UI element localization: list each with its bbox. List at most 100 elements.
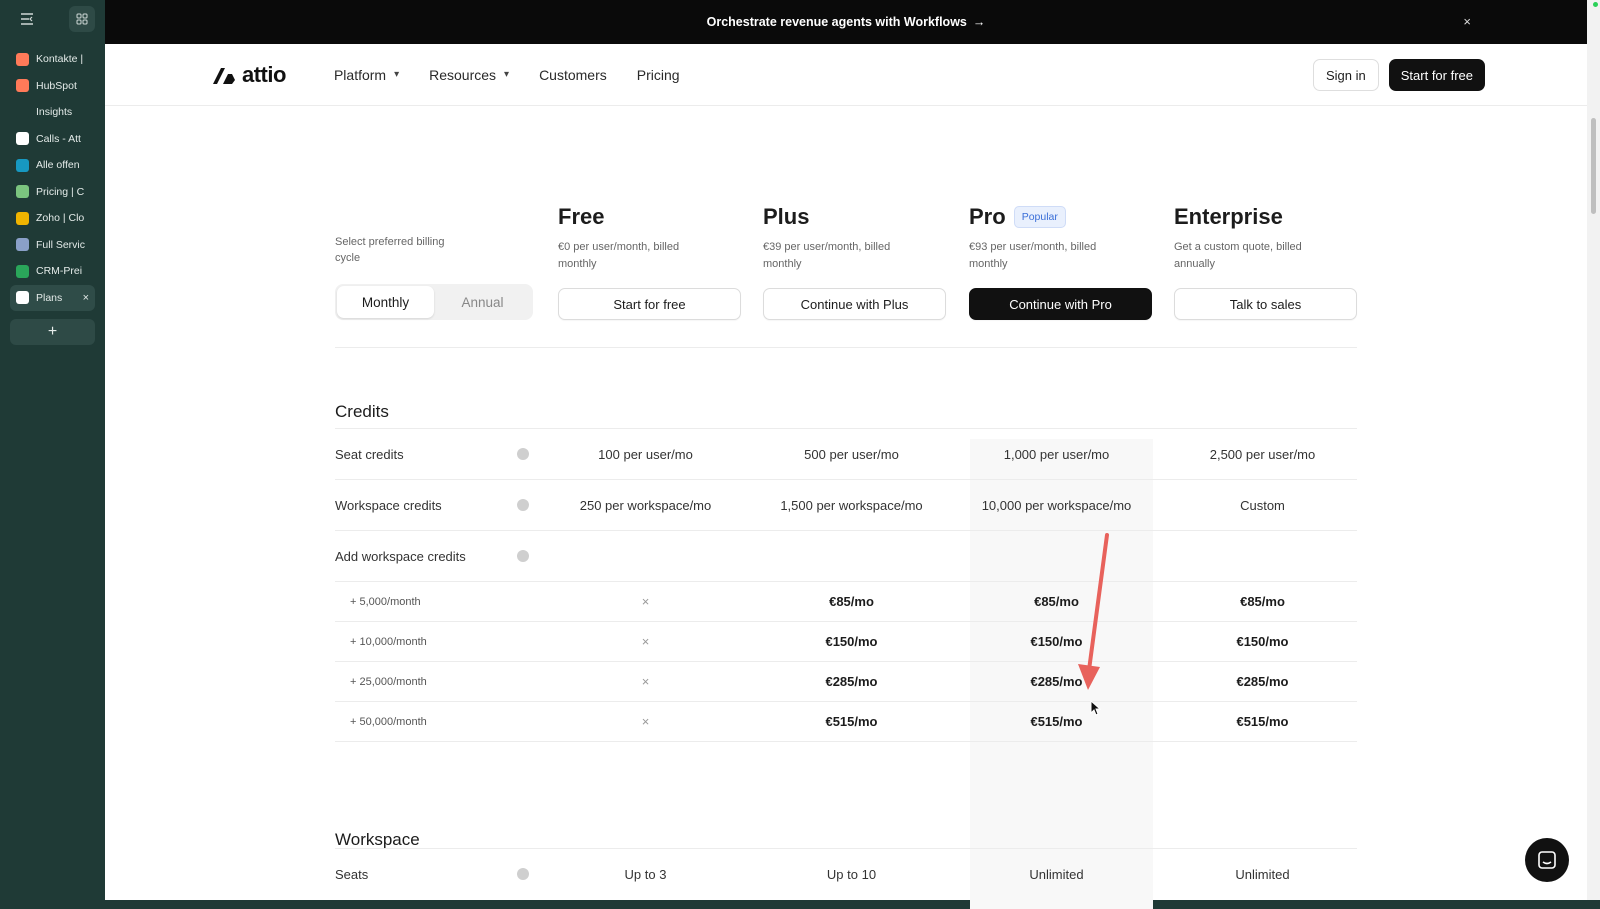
continue-with-plus-button[interactable]: Continue with Plus [763, 288, 946, 320]
table-row: Workspace credits 250 per workspace/mo 1,5… [335, 479, 1357, 530]
nav-actions: Sign in Start for free [1313, 59, 1485, 91]
not-available-icon: × [641, 594, 650, 609]
continue-with-pro-button[interactable]: Continue with Pro [969, 288, 1152, 320]
announcement-banner[interactable]: Orchestrate revenue agents with Workflow… [105, 0, 1587, 44]
hubspot-sprocket-icon [16, 52, 29, 66]
browser-tab-label: CRM-Prei [36, 265, 83, 278]
divider [335, 347, 1357, 348]
plan-name: Enterprise [1174, 204, 1357, 230]
nav-pricing[interactable]: Pricing [637, 67, 680, 83]
tab-overview-grid-icon[interactable] [69, 6, 95, 32]
attio-icon [16, 132, 29, 146]
talk-to-sales-button[interactable]: Talk to sales [1174, 288, 1357, 320]
table-cell: €85/mo [1240, 594, 1285, 609]
table-cell: 10,000 per workspace/mo [981, 497, 1132, 513]
info-icon[interactable] [517, 550, 529, 562]
table-cell: €515/mo [1030, 714, 1083, 729]
row-label: Add workspace credits [335, 548, 466, 564]
banner-text[interactable]: Orchestrate revenue agents with Workflow… [707, 15, 967, 29]
table-cell: Unlimited [1029, 866, 1084, 882]
start-for-free-nav-button[interactable]: Start for free [1388, 59, 1485, 91]
row-label: + 25,000/month [350, 675, 427, 688]
not-available-icon: × [641, 714, 650, 729]
browser-tab-label: Kontakte | [36, 53, 84, 66]
browser-tab[interactable]: HubSpot [10, 73, 95, 100]
plan-plus-price: €39 per user/month, billed monthly [763, 241, 891, 270]
browser-tab[interactable]: Plans × [10, 284, 95, 311]
table-cell: 1,500 per workspace/mo [780, 497, 923, 513]
info-icon[interactable] [517, 448, 529, 460]
table-cell: 250 per workspace/mo [579, 497, 712, 513]
browser-tab[interactable]: Insights [10, 99, 95, 126]
plan-free-price: €0 per user/month, billed monthly [558, 241, 680, 270]
nav-pricing-label: Pricing [636, 66, 680, 83]
plan-enterprise-price: Get a custom quote, billed annually [1174, 241, 1302, 270]
table-cell: 1,000 per user/mo [1003, 446, 1110, 462]
browser-tab[interactable]: Zoho | Clo [10, 205, 95, 232]
info-icon[interactable] [517, 499, 529, 511]
close-icon[interactable]: × [1463, 14, 1471, 29]
not-available-icon: × [641, 674, 650, 689]
nav-platform-label: Platform [333, 66, 387, 83]
pricing-table: Select preferred billing cycle Monthly A… [335, 106, 1357, 909]
row-label: Workspace credits [335, 497, 442, 513]
new-tab-button[interactable]: + [10, 319, 95, 345]
attio-logo[interactable]: attio [211, 62, 286, 88]
row-label: Seat credits [335, 446, 404, 462]
browser-tab[interactable]: Calls - Att [10, 126, 95, 153]
plan-plus: Plus €39 per user/month, billed monthly … [763, 204, 946, 320]
browser-tab-label: Calls - Att [36, 132, 81, 145]
plan-pro-name: Pro [969, 204, 1006, 229]
billing-monthly-option[interactable]: Monthly [337, 286, 434, 318]
annotation-arrow [1078, 533, 1109, 690]
plan-name: Pro Popular [969, 204, 1152, 230]
browser-tab[interactable]: Full Servic [10, 232, 95, 259]
browser-tab[interactable]: Kontakte | [10, 46, 95, 73]
info-icon[interactable] [517, 868, 529, 880]
row-label: + 5,000/month [350, 595, 421, 608]
browser-tab-label: Pricing | C [36, 185, 85, 198]
scrollbar-thumb[interactable] [1591, 118, 1596, 214]
status-dot-icon [1593, 2, 1598, 7]
plan-free: Free €0 per user/month, billed monthly S… [558, 204, 741, 320]
credits-section-title: Credits [335, 402, 389, 421]
browser-tab-label: HubSpot [36, 79, 77, 92]
plan-name: Free [558, 204, 741, 230]
billing-cycle-toggle[interactable]: Monthly Annual [335, 284, 533, 320]
plan-enterprise: Enterprise Get a custom quote, billed an… [1174, 204, 1357, 320]
browser-tab[interactable]: CRM-Prei [10, 258, 95, 285]
nav-platform[interactable]: Platform ▾ [334, 67, 399, 83]
bars-icon [16, 238, 29, 252]
top-navigation: attio Platform ▾ Resources ▾ Customers P… [105, 44, 1587, 106]
billing-cycle-label: Select preferred billing cycle [335, 236, 445, 264]
table-cell: €85/mo [829, 594, 874, 609]
plus-icon: + [47, 323, 58, 340]
table-cell: 100 per user/mo [598, 446, 693, 462]
table-row: Seats Up to 3 Up to 10 Unlimited Unlimited [335, 848, 1357, 899]
table-row: Add workspace credits [335, 530, 1357, 581]
billing-annual-option[interactable]: Annual [434, 286, 531, 318]
sidebar-top-bar [0, 0, 105, 38]
table-cell: €285/mo [1236, 674, 1289, 689]
chevron-down-icon: ▾ [504, 69, 510, 80]
table-row: + 25,000/month × €285/mo €285/mo €285/mo [335, 661, 1357, 701]
row-label: Seats [335, 866, 369, 882]
plan-name: Plus [763, 204, 946, 230]
browser-tab[interactable]: Pricing | C [10, 179, 95, 206]
attio-logo-icon [213, 67, 235, 84]
zoho-icon [16, 211, 29, 225]
browser-sidebar: Kontakte | HubSpot Insights Calls - Att Alle… [0, 0, 105, 900]
nav-resources[interactable]: Resources ▾ [429, 67, 509, 83]
table-row: + 5,000/month × €85/mo €85/mo €85/mo [335, 581, 1357, 621]
sidebar-toggle-icon[interactable] [14, 6, 40, 32]
table-cell: Up to 10 [826, 866, 877, 882]
sign-in-button[interactable]: Sign in [1313, 59, 1379, 91]
browser-tab[interactable]: Alle offen [10, 152, 95, 179]
page-scrollbar[interactable] [1587, 0, 1600, 900]
chat-support-button[interactable] [1525, 838, 1569, 882]
start-for-free-button[interactable]: Start for free [558, 288, 741, 320]
nav-customers[interactable]: Customers [539, 67, 607, 83]
close-tab-icon[interactable]: × [83, 292, 89, 304]
attio-icon [16, 291, 29, 305]
plan-pro-price: €93 per user/month, billed monthly [969, 241, 1097, 270]
